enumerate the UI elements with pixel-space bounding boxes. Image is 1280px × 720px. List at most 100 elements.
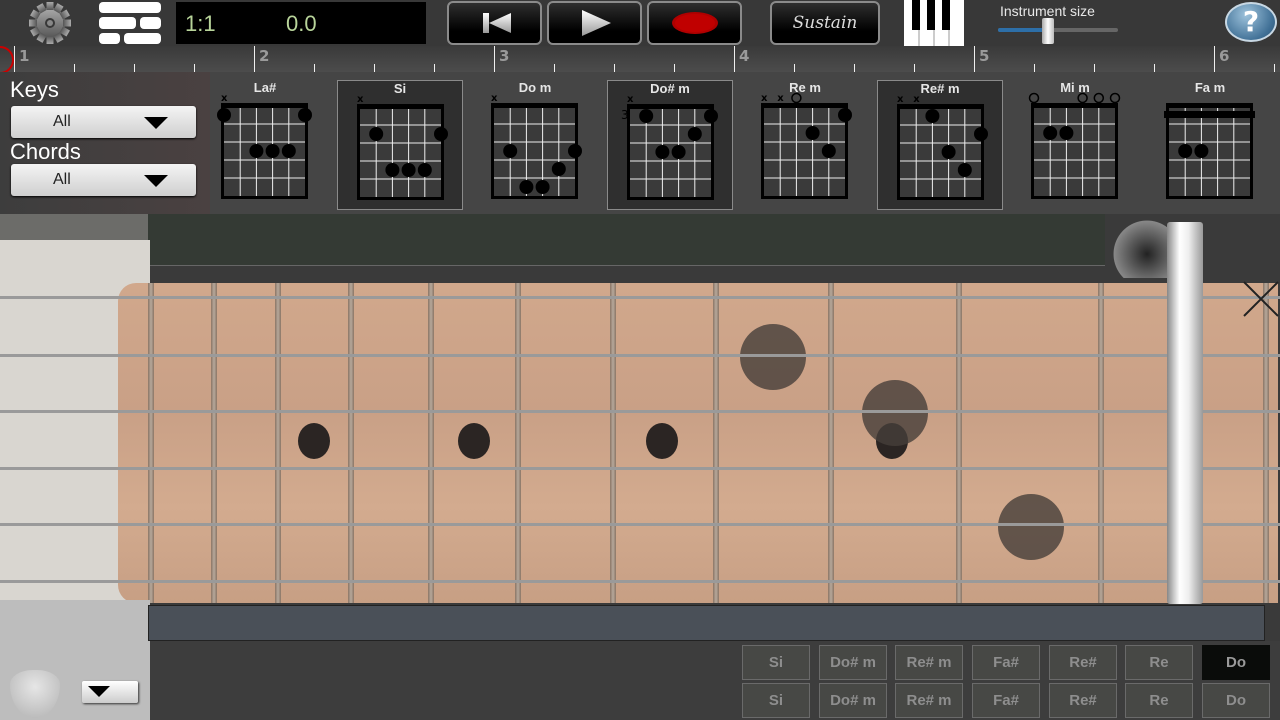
chord-grid [1164,103,1255,199]
chord-name: Do# m [650,81,690,96]
chord-button[interactable]: Re [1125,645,1193,680]
beat-tick [1274,64,1275,72]
chord-diagram[interactable]: x Do m [472,80,598,210]
finger-dot [704,109,718,123]
chord-diagram[interactable]: x x Re# m [877,80,1003,210]
finger-dot [568,144,582,158]
beat-tick [314,64,315,72]
finger-dot [1194,144,1209,158]
fret-number: 3 [621,108,629,122]
chord-button[interactable]: Si [742,645,810,680]
chord-button[interactable]: Re# m [895,683,963,718]
chord-button[interactable]: Re [1125,683,1193,718]
chord-button[interactable]: Do [1202,683,1270,718]
fret-inlay [458,423,490,459]
chord-grid: x [357,94,448,200]
beat-tick [614,64,615,72]
strum-bar[interactable] [148,605,1265,641]
measure-tick [14,46,15,72]
fretboard[interactable] [118,283,1278,603]
record-button[interactable] [647,1,742,45]
layout-icon-bar [140,17,161,29]
fret-wire [275,283,281,603]
chord-name: Re m [789,80,821,95]
rewind-button[interactable] [447,1,542,45]
chord-nut [761,103,848,108]
chord-note-marker[interactable] [998,494,1064,560]
chord-button[interactable]: Re# [1049,683,1117,718]
piano-keys-icon [904,0,964,46]
chord-board [900,107,981,197]
pick-dropdown[interactable] [82,681,138,703]
chord-name: Re# m [920,81,960,96]
chord-diagram[interactable]: x Si [337,80,463,210]
chord-grid: xx [897,94,988,200]
fret-wire [348,283,354,603]
fret-wire [1098,283,1104,603]
help-icon: ? [1242,5,1260,38]
chord-diagram[interactable]: Fa m [1147,80,1273,210]
chord-button[interactable]: Do# m [819,645,887,680]
guitar-string[interactable] [0,523,1280,526]
chord-button[interactable]: Si [742,683,810,718]
strum-area[interactable] [148,214,1105,266]
chord-button[interactable]: Do# m [819,683,887,718]
chord-diagram[interactable]: x x Re m [742,80,868,210]
chords-dropdown-value: All [53,171,71,188]
chord-button[interactable]: Re# [1049,645,1117,680]
beat-tick [1154,64,1155,72]
chord-button[interactable]: Fa# [972,645,1040,680]
chord-button[interactable]: Do [1202,645,1270,680]
beat-tick [374,64,375,72]
measure-tick [254,46,255,72]
finger-dot [551,162,566,176]
fret-wire [956,283,962,603]
timeline-ruler[interactable]: 1 2 3 4 5 6 [0,46,1280,72]
chevron-down-icon [144,117,168,129]
measure-number: 1 [19,47,30,65]
chord-diagram[interactable]: x La# [202,80,328,210]
position-display: 1:1 0.0 [176,2,426,44]
chord-note-marker[interactable] [862,380,928,446]
guitar-string[interactable] [0,580,1280,583]
measure-number: 5 [979,47,990,65]
chords-label: Chords [10,139,81,164]
sustain-button[interactable]: Sustain [770,1,880,45]
finger-dot [298,108,312,122]
piano-button[interactable] [904,0,964,46]
guitar-string[interactable] [0,354,1280,357]
layout-menu-button[interactable] [99,2,161,44]
slider-thumb[interactable] [1042,18,1055,44]
fret-wire [428,283,434,603]
measure-number: 6 [1219,47,1230,65]
guitar-string[interactable] [0,296,1280,299]
guitar-string[interactable] [0,467,1280,470]
finger-dot [217,108,231,122]
chord-button[interactable]: Fa# [972,683,1040,718]
fret-wire [713,283,719,603]
chord-board [360,107,441,197]
close-icon[interactable] [1242,280,1280,318]
play-button[interactable] [547,1,642,45]
fret-wire [610,283,616,603]
chord-button[interactable]: Re# m [895,645,963,680]
guitar-string[interactable] [0,410,1280,413]
beat-tick [1034,64,1035,72]
beat-tick [674,64,675,72]
instrument-size-slider[interactable] [998,18,1118,44]
chord-grid: x [491,93,582,199]
keys-dropdown[interactable]: All [11,106,196,138]
play-icon [582,10,611,36]
chord-diagram[interactable]: Mi m [1012,80,1138,210]
chords-dropdown[interactable]: All [11,164,196,196]
chord-diagram[interactable]: x 3 Do# m [607,80,733,210]
chord-note-marker[interactable] [740,324,806,390]
fret-wire [148,283,154,603]
beat-tick [554,64,555,72]
help-button[interactable]: ? [1225,2,1277,42]
beat-tick [794,64,795,72]
finger-dot [1178,144,1193,158]
settings-button[interactable] [18,1,82,45]
chord-grid: x [217,93,312,199]
finger-dot [401,163,416,177]
